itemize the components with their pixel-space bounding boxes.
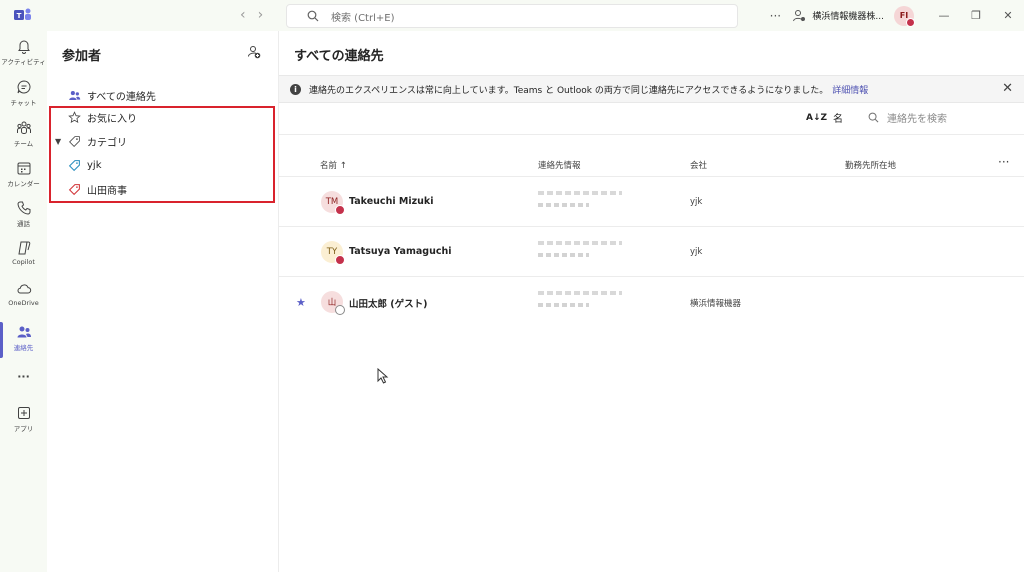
titlebar-right: ··· 横浜情報機器株... FI — ❐ ✕ xyxy=(764,0,1024,31)
rail-item-apps[interactable]: アプリ xyxy=(0,405,47,433)
more-apps-icon: ··· xyxy=(17,370,30,383)
rail-item-calendar[interactable]: カレンダー xyxy=(0,160,47,188)
people-icon xyxy=(67,88,81,102)
sort-label: 名 xyxy=(833,114,844,125)
contact-info-redacted xyxy=(538,253,589,257)
more-options-button[interactable]: ··· xyxy=(764,9,786,23)
contact-company: yjk xyxy=(690,197,703,207)
apps-icon xyxy=(17,407,30,419)
minimize-button[interactable]: — xyxy=(928,9,960,22)
org-switch-icon[interactable] xyxy=(792,9,806,23)
contact-info-redacted xyxy=(538,291,622,295)
panel-title: 参加者 xyxy=(62,49,102,64)
presence-busy-icon xyxy=(335,205,345,215)
banner-text: 連絡先のエクスペリエンスは常に向上しています。Teams と Outlook の… xyxy=(309,85,829,96)
favorite-star-icon[interactable]: ★ xyxy=(296,296,306,309)
contact-name: 山田太郎 (ゲスト) xyxy=(349,299,428,310)
add-contact-icon[interactable] xyxy=(247,45,261,59)
chat-icon xyxy=(17,80,30,94)
contact-avatar: TY xyxy=(321,241,345,265)
restore-button[interactable]: ❐ xyxy=(960,9,992,22)
org-name[interactable]: 横浜情報機器株... xyxy=(812,9,884,22)
cloud-icon xyxy=(17,284,31,294)
contact-avatar: 山 xyxy=(321,291,345,315)
rail-label: 通話 xyxy=(17,220,30,228)
sort-icon: A↓Z xyxy=(806,112,828,123)
app-rail: アクティビティ チャット チーム カレンダー 通話 Copilot OneDri… xyxy=(0,31,48,572)
phone-icon xyxy=(16,201,30,215)
info-banner: i 連絡先のエクスペリエンスは常に向上しています。Teams と Outlook… xyxy=(279,75,1024,103)
contact-info-redacted xyxy=(538,303,589,307)
rail-item-teams[interactable]: チーム xyxy=(0,120,47,148)
column-office-location[interactable]: 勤務先所在地 xyxy=(845,159,896,171)
rail-label: カレンダー xyxy=(7,180,40,188)
column-contact-info[interactable]: 連絡先情報 xyxy=(538,159,581,171)
presence-dnd-icon xyxy=(335,255,345,265)
rail-item-calls[interactable]: 通話 xyxy=(0,200,47,228)
copilot-icon xyxy=(17,241,30,255)
nav-all-contacts[interactable]: すべての連絡先 xyxy=(67,85,156,105)
svg-text:T: T xyxy=(17,12,22,20)
column-company[interactable]: 会社 xyxy=(690,159,707,171)
presence-offline-icon xyxy=(335,305,345,315)
rail-item-chat[interactable]: チャット xyxy=(0,79,47,107)
contact-info-redacted xyxy=(538,191,622,195)
people-icon xyxy=(17,326,31,338)
contact-search-input[interactable]: 連絡先を検索 xyxy=(868,110,947,125)
rail-label: アプリ xyxy=(13,425,34,433)
contacts-toolbar: A↓Z 名 連絡先を検索 xyxy=(279,102,1024,135)
rail-label: Copilot xyxy=(12,258,35,266)
search-icon xyxy=(868,112,879,123)
user-avatar[interactable]: FI xyxy=(894,5,915,27)
rail-item-contacts[interactable]: 連絡先 xyxy=(0,324,47,352)
calendar-icon xyxy=(17,162,30,175)
column-options-button[interactable]: ··· xyxy=(998,155,1009,169)
learn-more-link[interactable]: 詳細情報 xyxy=(832,83,868,96)
contact-name: Takeuchi Mizuki xyxy=(349,196,434,207)
nav-label: すべての連絡先 xyxy=(87,91,156,103)
title-bar: T ‹ › 検索 (Ctrl+E) ··· 横浜情報機器株... FI — ❐ … xyxy=(0,0,1024,31)
rail-label: アクティビティ xyxy=(1,58,46,66)
teams-icon xyxy=(16,121,31,134)
contact-name: Tatsuya Yamaguchi xyxy=(349,246,452,257)
rail-label: チーム xyxy=(13,140,34,148)
rail-label: チャット xyxy=(10,99,37,107)
rail-label: OneDrive xyxy=(8,299,39,307)
highlight-annotation xyxy=(49,106,275,203)
contact-info-redacted xyxy=(538,203,589,207)
contact-avatar: TM xyxy=(321,191,345,215)
close-window-button[interactable]: ✕ xyxy=(992,9,1024,22)
rail-item-more[interactable]: ··· xyxy=(0,370,47,383)
sort-button[interactable]: A↓Z 名 xyxy=(806,110,844,126)
rail-item-onedrive[interactable]: OneDrive xyxy=(0,281,47,307)
contact-search-placeholder: 連絡先を検索 xyxy=(887,114,947,125)
info-icon: i xyxy=(290,83,301,95)
back-button[interactable]: ‹ xyxy=(240,7,246,23)
rail-item-copilot[interactable]: Copilot xyxy=(0,240,47,266)
contact-company: 横浜情報機器 xyxy=(690,299,742,309)
contact-company: yjk xyxy=(690,247,703,257)
forward-button[interactable]: › xyxy=(258,7,264,23)
column-name[interactable]: 名前 ↑ xyxy=(320,159,347,171)
presence-busy-icon xyxy=(906,17,915,27)
history-nav: ‹ › xyxy=(240,7,263,23)
teams-logo-icon: T xyxy=(14,8,31,20)
mouse-cursor-icon xyxy=(377,368,389,384)
rail-item-activity[interactable]: アクティビティ xyxy=(0,38,47,66)
close-icon[interactable]: ✕ xyxy=(1002,81,1013,96)
search-icon xyxy=(307,10,319,22)
search-placeholder: 検索 (Ctrl+E) xyxy=(331,12,395,24)
contact-row[interactable]: TM Takeuchi Mizuki yjk xyxy=(279,176,1024,226)
contact-row[interactable]: ★ 山 山田太郎 (ゲスト) 横浜情報機器 xyxy=(279,276,1024,326)
page-title: すべての連絡先 xyxy=(294,49,384,64)
rail-label: 連絡先 xyxy=(13,344,34,352)
contact-info-redacted xyxy=(538,241,622,245)
bell-icon xyxy=(17,40,30,54)
contacts-main: すべての連絡先 i 連絡先のエクスペリエンスは常に向上しています。Teams と… xyxy=(279,31,1024,572)
contact-row[interactable]: TY Tatsuya Yamaguchi yjk xyxy=(279,226,1024,276)
global-search[interactable]: 検索 (Ctrl+E) xyxy=(286,4,738,28)
